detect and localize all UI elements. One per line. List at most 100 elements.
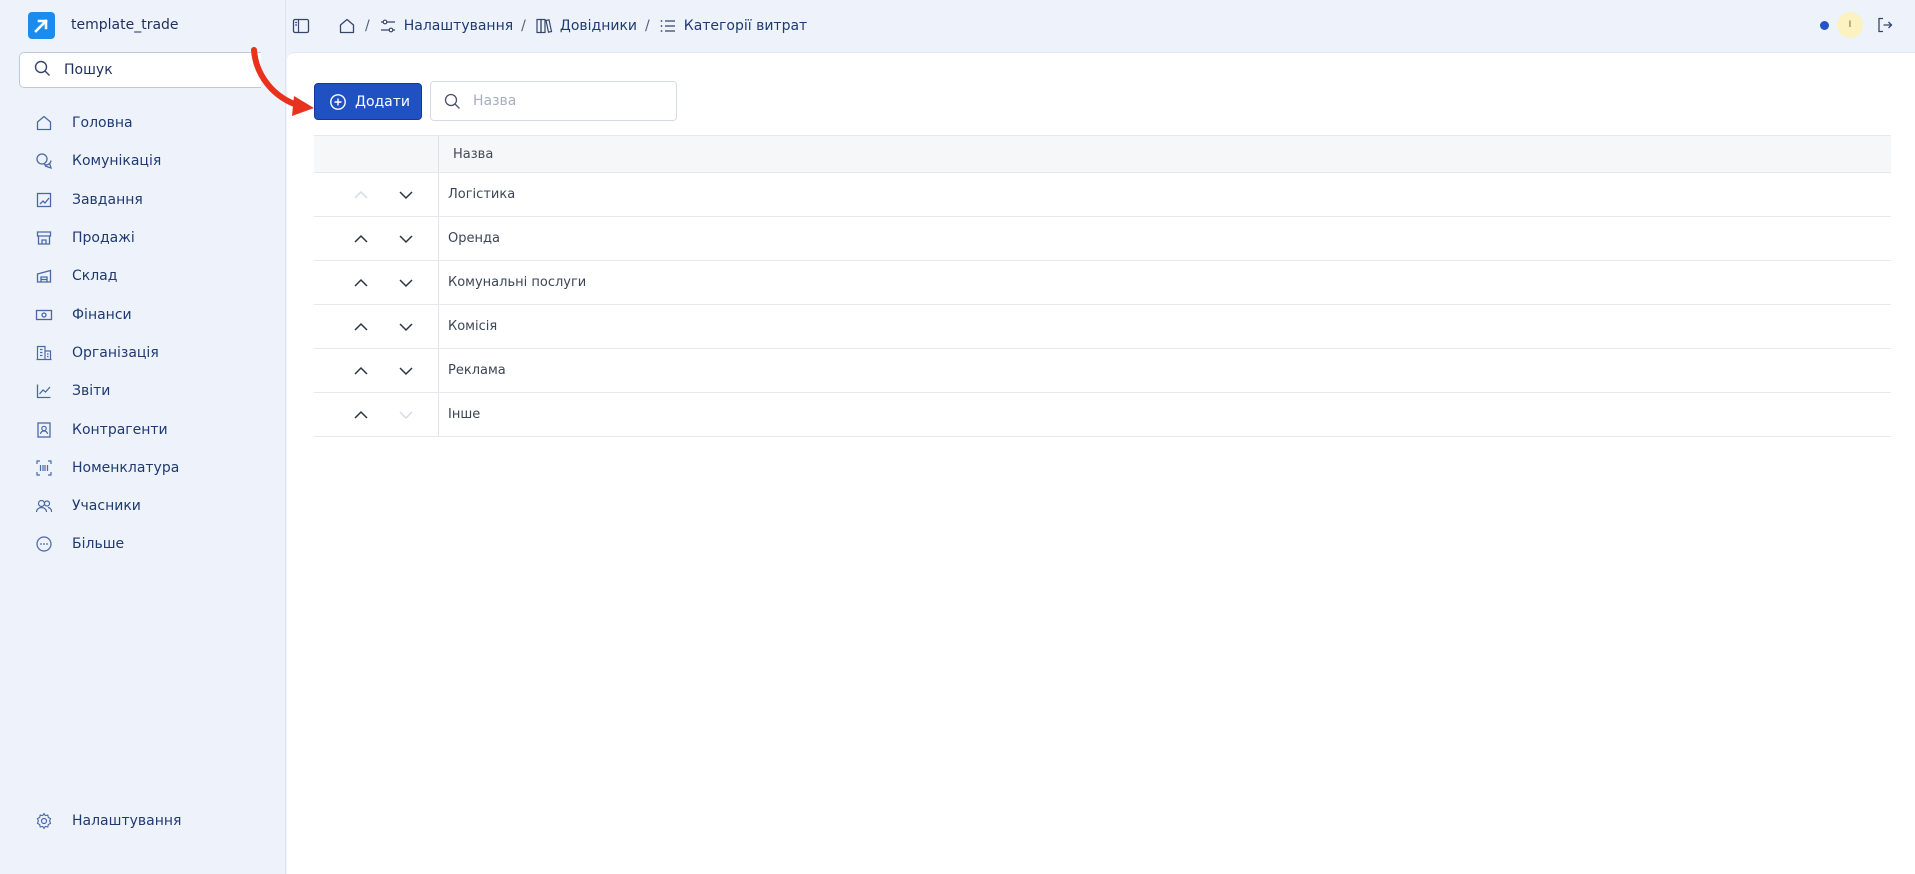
add-button-label: Додати xyxy=(355,93,411,110)
sidebar-search[interactable]: Пошук xyxy=(19,52,261,88)
store-icon xyxy=(34,228,54,248)
search-icon xyxy=(444,93,460,109)
move-down-button[interactable] xyxy=(396,273,416,293)
breadcrumb-separator: / xyxy=(645,18,650,34)
row-order-controls xyxy=(314,173,439,216)
sidebar-item-more[interactable]: Більше xyxy=(0,525,286,563)
chevron-up-icon xyxy=(354,234,368,243)
table-row: Комісія xyxy=(314,305,1891,349)
sidebar-item-label: Організація xyxy=(72,344,159,361)
brand[interactable]: template_trade xyxy=(28,11,179,39)
row-name[interactable]: Логістика xyxy=(439,173,515,216)
move-up-button[interactable] xyxy=(351,273,371,293)
table-row: Реклама xyxy=(314,349,1891,393)
row-order-controls xyxy=(314,305,439,348)
money-icon xyxy=(34,305,54,325)
breadcrumb-label: Категорії витрат xyxy=(683,18,808,34)
move-down-button[interactable] xyxy=(396,317,416,337)
sidebar-item-reports[interactable]: Звіти xyxy=(0,372,286,410)
move-up-button[interactable] xyxy=(351,361,371,381)
move-up-button[interactable] xyxy=(351,229,371,249)
sidebar-item-label: Комунікація xyxy=(72,153,162,170)
chevron-down-icon xyxy=(399,190,413,199)
sidebar-item-finance[interactable]: Фінанси xyxy=(0,295,286,333)
table-header: Назва xyxy=(314,135,1891,173)
sidebar-item-contractors[interactable]: Контрагенти xyxy=(0,410,286,448)
sidebar-item-participants[interactable]: Учасники xyxy=(0,487,286,525)
breadcrumb-separator: / xyxy=(365,18,370,34)
row-order-controls xyxy=(314,217,439,260)
barcode-icon xyxy=(34,458,54,478)
chevron-up-icon xyxy=(354,410,368,419)
sidebar: template_trade Пошук Головна Комунікація… xyxy=(0,0,286,874)
sidebar-item-warehouse[interactable]: Склад xyxy=(0,257,286,295)
move-down-button[interactable] xyxy=(396,229,416,249)
brand-logo xyxy=(28,11,55,39)
sidebar-item-label: Завдання xyxy=(72,191,143,208)
breadcrumb-references[interactable]: Довідники xyxy=(534,16,637,36)
chevron-up-icon xyxy=(354,366,368,375)
row-name[interactable]: Реклама xyxy=(439,349,506,392)
sidebar-toggle-button[interactable] xyxy=(289,14,313,38)
breadcrumb-home[interactable] xyxy=(337,16,357,36)
user-area: I xyxy=(1820,12,1895,38)
gear-icon xyxy=(34,811,54,831)
topbar: / Налаштування / Довідники / Категорії в… xyxy=(286,0,1915,52)
more-icon xyxy=(34,534,54,554)
name-filter-input[interactable] xyxy=(473,93,663,109)
chevron-up-icon xyxy=(354,322,368,331)
sidebar-nav: Головна Комунікація Завдання Продажі Скл… xyxy=(0,104,286,564)
sidebar-item-label: Продажі xyxy=(72,230,135,247)
home-icon xyxy=(34,113,54,133)
sidebar-item-label: Номенклатура xyxy=(72,459,180,476)
breadcrumb-separator: / xyxy=(521,18,526,34)
warehouse-icon xyxy=(34,266,54,286)
search-label: Пошук xyxy=(64,62,113,78)
chart-icon xyxy=(34,381,54,401)
brand-name: template_trade xyxy=(71,17,179,33)
sidebar-item-tasks[interactable]: Завдання xyxy=(0,181,286,219)
breadcrumb-settings[interactable]: Налаштування xyxy=(378,16,513,36)
move-up-button[interactable] xyxy=(351,317,371,337)
users-icon xyxy=(34,496,54,516)
move-down-button[interactable] xyxy=(396,361,416,381)
move-up-button[interactable] xyxy=(351,405,371,425)
logout-button[interactable] xyxy=(1875,15,1895,35)
contact-icon xyxy=(34,420,54,440)
column-header-name[interactable]: Назва xyxy=(439,136,493,172)
sidebar-item-nomenclature[interactable]: Номенклатура xyxy=(0,449,286,487)
sidebar-item-label: Учасники xyxy=(72,498,141,515)
sidebar-item-organization[interactable]: Організація xyxy=(0,334,286,372)
sliders-icon xyxy=(378,16,398,36)
sidebar-item-label: Налаштування xyxy=(72,813,182,830)
row-name[interactable]: Комісія xyxy=(439,305,497,348)
sidebar-item-sales[interactable]: Продажі xyxy=(0,219,286,257)
move-down-button[interactable] xyxy=(396,185,416,205)
row-name[interactable]: Комунальні послуги xyxy=(439,261,586,304)
row-order-controls xyxy=(314,349,439,392)
sidebar-toggle-icon xyxy=(292,18,310,34)
move-down-button xyxy=(396,405,416,425)
sidebar-item-label: Головна xyxy=(72,115,133,132)
expense-categories-table: Назва Логістика Оренда Комунальні послуг… xyxy=(314,135,1891,437)
list-icon xyxy=(658,16,678,36)
sidebar-item-label: Контрагенти xyxy=(72,421,168,438)
breadcrumb-label: Довідники xyxy=(559,18,638,34)
sidebar-item-label: Фінанси xyxy=(72,306,132,323)
sidebar-item-communication[interactable]: Комунікація xyxy=(0,142,286,180)
table-header-order xyxy=(314,136,439,172)
table-row: Комунальні послуги xyxy=(314,261,1891,305)
add-button[interactable]: Додати xyxy=(314,83,422,120)
avatar[interactable]: I xyxy=(1837,12,1863,38)
chevron-down-icon xyxy=(399,366,413,375)
chevron-down-icon xyxy=(399,234,413,243)
row-name[interactable]: Оренда xyxy=(439,217,500,260)
status-indicator xyxy=(1820,20,1829,30)
breadcrumb-label: Налаштування xyxy=(403,18,514,34)
row-name[interactable]: Інше xyxy=(439,393,480,436)
name-filter[interactable] xyxy=(430,81,677,121)
move-up-button xyxy=(351,185,371,205)
sidebar-item-settings[interactable]: Налаштування xyxy=(0,802,286,840)
chevron-down-icon xyxy=(399,322,413,331)
building-icon xyxy=(34,343,54,363)
